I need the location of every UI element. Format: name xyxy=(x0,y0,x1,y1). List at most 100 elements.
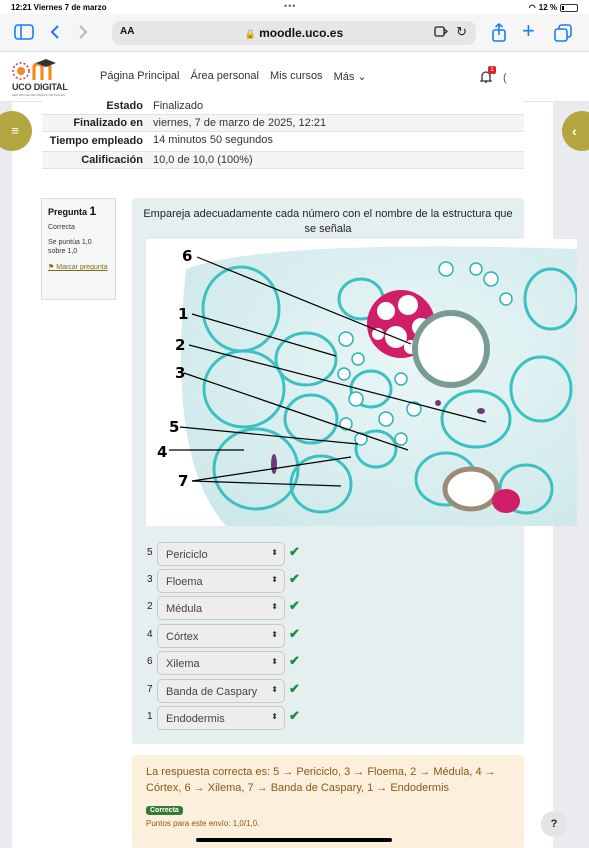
select-caret-icon: ⬍ xyxy=(271,630,278,639)
answer-number: 1 xyxy=(147,711,153,722)
figure-label: 4 xyxy=(157,443,167,461)
check-icon: ✔ xyxy=(289,653,300,668)
figure-label: 6 xyxy=(182,247,192,265)
attempt-summary-table: Estado Finalizado Finalizado en viernes,… xyxy=(42,98,524,169)
check-icon: ✔ xyxy=(289,598,300,613)
summary-value: 10,0 de 10,0 (100%) xyxy=(153,154,253,166)
answer-selected: Banda de Caspary xyxy=(166,686,258,698)
question-number-value: 1 xyxy=(89,204,97,218)
answer-select[interactable]: Córtex ⬍ xyxy=(157,624,285,648)
answer-number: 5 xyxy=(147,547,153,558)
summary-value: 14 minutos 50 segundos xyxy=(153,134,273,146)
answer-row: 3 Floema ⬍ ✔ xyxy=(144,568,304,594)
new-tab-icon[interactable]: + xyxy=(522,20,535,42)
flag-icon: ⚑ xyxy=(48,264,55,271)
summary-key: Estado xyxy=(106,100,143,112)
summary-key: Tiempo empleado xyxy=(49,135,143,147)
reader-icon[interactable] xyxy=(434,26,449,40)
summary-value: Finalizado xyxy=(153,100,204,112)
check-icon: ✔ xyxy=(289,571,300,586)
uco-digital-logo[interactable]: UCO DIGITAL CENTRO DE RECURSOS VIRTUALES xyxy=(10,58,76,98)
answer-select[interactable]: Xilema ⬍ xyxy=(157,651,285,675)
main-nav: Página Principal Área personal Mis curso… xyxy=(100,70,367,83)
answer-row: 1 Endodermis ⬍ ✔ xyxy=(144,705,304,731)
answer-row: 7 Banda de Caspary ⬍ ✔ xyxy=(144,678,304,704)
wifi-icon: ◠ xyxy=(528,3,536,12)
status-right: ◠ 12 % xyxy=(529,3,578,12)
answer-number: 7 xyxy=(147,684,153,695)
nav-more[interactable]: Más ⌄ xyxy=(334,70,367,83)
summary-key: Calificación xyxy=(81,154,143,166)
flag-question-link[interactable]: ⚑ Marcar pregunta xyxy=(48,263,109,273)
logo-mark xyxy=(12,59,56,80)
sidebar-toggle-icon[interactable] xyxy=(14,24,34,43)
url-text: moodle.uco.es xyxy=(259,26,344,40)
browser-toolbar: AA 🔒 moodle.uco.es ↻ + xyxy=(0,14,589,52)
home-indicator[interactable] xyxy=(196,838,392,842)
answer-select[interactable]: Banda de Caspary ⬍ xyxy=(157,679,285,703)
multitask-dots[interactable]: ••• xyxy=(284,1,296,11)
address-url[interactable]: 🔒 moodle.uco.es xyxy=(112,26,476,40)
summary-row-state: Estado Finalizado xyxy=(42,98,524,115)
summary-row-finished: Finalizado en viernes, 7 de marzo de 202… xyxy=(42,115,524,132)
question-state: Correcta xyxy=(48,224,75,231)
summary-key: Finalizado en xyxy=(73,117,143,129)
help-button[interactable]: ? xyxy=(541,811,567,837)
list-icon: ≡ xyxy=(11,123,19,138)
check-icon: ✔ xyxy=(289,544,300,559)
answer-selected: Endodermis xyxy=(166,713,225,725)
select-caret-icon: ⬍ xyxy=(271,602,278,611)
summary-row-grade: Calificación 10,0 de 10,0 (100%) xyxy=(42,152,524,169)
select-caret-icon: ⬍ xyxy=(271,685,278,694)
question-label: Pregunta xyxy=(48,207,88,217)
nav-home[interactable]: Página Principal xyxy=(100,70,180,83)
answer-row: 4 Córtex ⬍ ✔ xyxy=(144,623,304,649)
bell-icon[interactable]: 1 xyxy=(479,66,496,86)
nav-dashboard[interactable]: Área personal xyxy=(191,70,260,83)
tabs-overview-icon[interactable] xyxy=(554,24,572,45)
back-icon[interactable] xyxy=(49,24,61,43)
answer-selected: Córtex xyxy=(166,631,199,643)
figure-label: 2 xyxy=(175,336,185,354)
nav-my-courses[interactable]: Mis cursos xyxy=(270,70,323,83)
figure-label: 1 xyxy=(178,305,188,323)
forward-icon[interactable] xyxy=(77,24,89,43)
question-info: Pregunta 1 Correcta Se puntúa 1,0 sobre … xyxy=(41,198,116,300)
status-time: 12:21 Viernes 7 de marzo xyxy=(11,3,107,12)
figure-label: 3 xyxy=(175,364,185,382)
battery-percent: 12 % xyxy=(538,3,557,12)
answer-selected: Médula xyxy=(166,603,203,615)
question-text: Empareja adecuadamente cada número con e… xyxy=(143,208,513,235)
select-caret-icon: ⬍ xyxy=(271,712,278,721)
summary-row-time: Tiempo empleado 14 minutos 50 segundos xyxy=(42,132,524,152)
answer-selected: Floema xyxy=(166,576,203,588)
select-caret-icon: ⬍ xyxy=(271,575,278,584)
points-text: Puntos para este envío: 1,0/1,0. xyxy=(146,819,260,828)
check-icon: ✔ xyxy=(289,626,300,641)
user-menu-fragment[interactable]: ( xyxy=(503,72,507,84)
select-caret-icon: ⬍ xyxy=(271,548,278,557)
answer-select[interactable]: Endodermis ⬍ xyxy=(157,706,285,730)
answer-select[interactable]: Floema ⬍ xyxy=(157,569,285,593)
site-navbar: UCO DIGITAL CENTRO DE RECURSOS VIRTUALES… xyxy=(0,52,589,102)
answer-number: 6 xyxy=(147,656,153,667)
status-bar: 12:21 Viernes 7 de marzo ••• ◠ 12 % xyxy=(0,0,589,14)
answer-selected: Periciclo xyxy=(166,549,208,561)
question-number: Pregunta 1 xyxy=(48,204,109,218)
correct-answer-text: La respuesta correcta es: 5 → Periciclo,… xyxy=(146,766,496,794)
answer-selected: Xilema xyxy=(166,658,200,670)
notification-badge: 1 xyxy=(488,66,496,74)
answer-number: 2 xyxy=(147,601,153,612)
answer-select[interactable]: Médula ⬍ xyxy=(157,596,285,620)
select-caret-icon: ⬍ xyxy=(271,657,278,666)
reload-icon[interactable]: ↻ xyxy=(456,24,467,40)
address-bar[interactable]: AA 🔒 moodle.uco.es ↻ xyxy=(112,21,476,45)
logo-text: UCO DIGITAL xyxy=(12,82,68,92)
lock-icon: 🔒 xyxy=(244,29,257,39)
share-icon[interactable] xyxy=(491,22,507,45)
check-icon: ✔ xyxy=(289,681,300,696)
answer-select[interactable]: Periciclo ⬍ xyxy=(157,542,285,566)
answer-row: 6 Xilema ⬍ ✔ xyxy=(144,650,304,676)
logo-subtext: CENTRO DE RECURSOS VIRTUALES xyxy=(12,93,65,97)
figure-label: 5 xyxy=(169,418,179,436)
